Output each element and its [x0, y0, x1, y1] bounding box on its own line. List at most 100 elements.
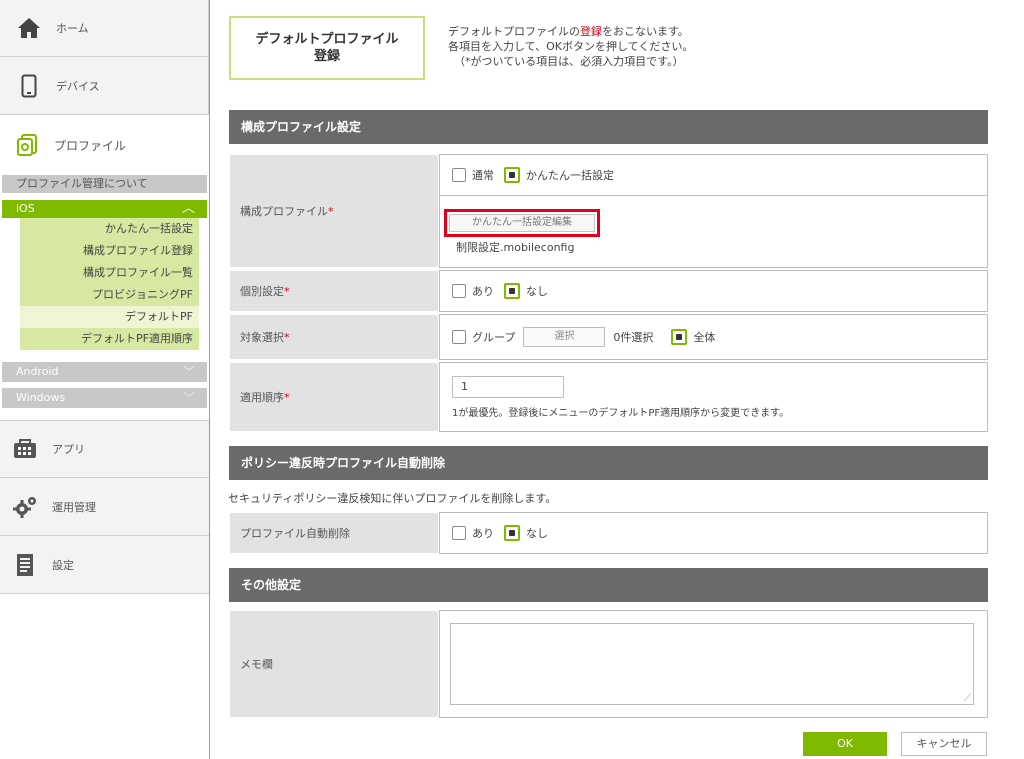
target-group[interactable]: グループ	[452, 329, 515, 345]
individual-no[interactable]: なし	[504, 283, 548, 299]
checkbox-individual-yes[interactable]	[452, 284, 466, 298]
auto-delete-no-label: なし	[526, 527, 548, 540]
chevron-up-icon: ︿	[181, 201, 195, 216]
individual-label: 個別設定 *	[229, 270, 439, 312]
target-row: 対象選択 * グループ 選択 0件選択 全体	[229, 314, 988, 360]
sidebar-item-easy-setup[interactable]: かんたん一括設定	[20, 218, 199, 240]
sidebar-item-default-pf[interactable]: デフォルトPF	[20, 306, 199, 328]
checkbox-auto-delete-no-checked[interactable]	[504, 525, 520, 541]
checkbox-group[interactable]	[452, 330, 466, 344]
nav-ops-label: 運用管理	[52, 500, 96, 514]
group-select-button[interactable]: 選択	[523, 327, 606, 347]
required-mark: *	[284, 390, 290, 404]
section-other-header: その他設定	[229, 568, 988, 602]
order-note: 1が最優先。登録後にメニューのデフォルトPF適用順序から変更できます。	[452, 407, 790, 419]
nav-settings-label: 設定	[52, 558, 74, 572]
intro-line1-post: をおこないます。	[602, 25, 689, 38]
required-mark: *	[284, 330, 290, 344]
target-group-label: グループ	[472, 331, 516, 344]
sidebar-item-provisioning[interactable]: プロビジョニングPF	[20, 284, 199, 306]
chevron-down-icon: ﹀	[182, 365, 195, 379]
home-icon	[16, 15, 42, 41]
auto-delete-no[interactable]: なし	[504, 525, 548, 541]
windows-group-header[interactable]: Windows ﹀	[2, 388, 207, 408]
sidebar-item-default-pf-order[interactable]: デフォルトPF適用順序	[20, 328, 199, 350]
phone-icon	[16, 73, 42, 99]
nav-device[interactable]: デバイス	[0, 57, 209, 115]
target-all[interactable]: 全体	[671, 329, 715, 345]
nav-ops[interactable]: 運用管理	[0, 478, 209, 536]
page-title-line1: デフォルトプロファイル	[255, 32, 399, 47]
config-file-field: かんたん一括設定編集 制限設定.mobileconfig	[439, 196, 988, 268]
memo-field	[439, 610, 988, 718]
individual-row: 個別設定 * あり なし	[229, 270, 988, 312]
android-group-header[interactable]: Android ﹀	[2, 362, 207, 382]
sidebar: ホーム デバイス プロファイル プロファイル管理について iOS ︿ かんたん一…	[0, 0, 210, 759]
easy-setup-edit-label: かんたん一括設定編集	[449, 213, 595, 232]
individual-yes[interactable]: あり	[452, 283, 494, 299]
section-policy-header: ポリシー違反時プロファイル自動削除	[229, 446, 988, 480]
nav-profile-label: プロファイル	[54, 138, 127, 153]
order-field: 1 1が最優先。登録後にメニューのデフォルトPF適用順序から変更できます。	[439, 362, 988, 432]
intro-line1-red: 登録	[580, 25, 602, 38]
option-easy[interactable]: かんたん一括設定	[504, 167, 614, 183]
auto-delete-row: プロファイル自動削除 あり なし	[229, 512, 988, 554]
chevron-down-icon: ﹀	[182, 391, 195, 405]
checkbox-all-checked[interactable]	[671, 329, 688, 345]
app-icon	[12, 436, 38, 462]
order-label-text: 適用順序	[240, 391, 284, 404]
gear-icon	[12, 494, 38, 520]
auto-delete-yes[interactable]: あり	[452, 525, 494, 541]
ios-group-label: iOS	[16, 202, 35, 215]
target-all-label: 全体	[693, 331, 716, 344]
profile-icon	[16, 133, 40, 157]
config-type-field: 通常 かんたん一括設定	[439, 154, 988, 196]
auto-delete-yes-label: あり	[472, 527, 494, 540]
checkbox-easy-checked[interactable]	[504, 167, 520, 183]
target-field: グループ 選択 0件選択 全体	[439, 314, 988, 360]
individual-yes-label: あり	[472, 285, 494, 298]
auto-delete-field: あり なし	[439, 512, 988, 554]
memo-row: メモ欄	[229, 610, 988, 718]
selected-count: 0件選択	[613, 331, 654, 344]
option-normal-label: 通常	[472, 169, 494, 182]
config-profile-row: 構成プロファイル * 通常 かんたん一括設定 かんたん一括設定編集 制限設定.mo…	[229, 154, 988, 268]
required-mark: *	[328, 204, 334, 218]
ios-group-header[interactable]: iOS ︿	[2, 200, 207, 218]
checkbox-normal[interactable]	[452, 168, 466, 182]
nav-app[interactable]: アプリ	[0, 420, 209, 478]
individual-field: あり なし	[439, 270, 988, 312]
checkbox-individual-no-checked[interactable]	[504, 283, 520, 299]
nav-profile[interactable]: プロファイル	[0, 115, 209, 175]
nav-home[interactable]: ホーム	[0, 0, 209, 57]
order-input[interactable]: 1	[452, 375, 564, 398]
checkbox-auto-delete-yes[interactable]	[452, 526, 466, 540]
sidebar-item-config-list[interactable]: 構成プロファイル一覧	[20, 262, 199, 284]
page-title: デフォルトプロファイル 登録	[229, 16, 425, 80]
sidebar-item-about[interactable]: プロファイル管理について	[2, 175, 207, 193]
policy-note: セキュリティポリシー違反検知に伴いプロファイルを削除します。	[228, 492, 557, 505]
android-group-label: Android	[16, 365, 59, 378]
cancel-button[interactable]: キャンセル	[901, 732, 987, 756]
ios-submenu: かんたん一括設定 構成プロファイル登録 構成プロファイル一覧 プロビジョニングP…	[20, 218, 199, 350]
config-profile-label: 構成プロファイル *	[229, 154, 439, 268]
individual-label-text: 個別設定	[240, 285, 284, 298]
order-label: 適用順序 *	[229, 362, 439, 432]
option-normal[interactable]: 通常	[452, 167, 494, 183]
config-profile-label-text: 構成プロファイル	[240, 205, 328, 218]
target-label-text: 対象選択	[240, 331, 284, 344]
windows-group-label: Windows	[16, 391, 66, 404]
intro-line2: 各項目を入力して、OKボタンを押してください。	[448, 40, 694, 53]
config-profile-fields: 通常 かんたん一括設定 かんたん一括設定編集 制限設定.mobileconfig	[439, 154, 988, 268]
option-easy-label: かんたん一括設定	[526, 169, 614, 182]
ok-button[interactable]: OK	[803, 732, 887, 756]
easy-setup-edit-button[interactable]: かんたん一括設定編集	[444, 208, 600, 237]
order-row: 適用順序 * 1 1が最優先。登録後にメニューのデフォルトPF適用順序から変更でき…	[229, 362, 988, 432]
intro-line1-pre: デフォルトプロファイルの	[448, 25, 580, 38]
document-icon	[12, 552, 38, 578]
memo-textarea[interactable]	[450, 623, 974, 705]
sidebar-item-config-register[interactable]: 構成プロファイル登録	[20, 240, 199, 262]
nav-settings[interactable]: 設定	[0, 536, 209, 594]
memo-label: メモ欄	[229, 610, 439, 718]
required-mark: *	[284, 284, 290, 298]
